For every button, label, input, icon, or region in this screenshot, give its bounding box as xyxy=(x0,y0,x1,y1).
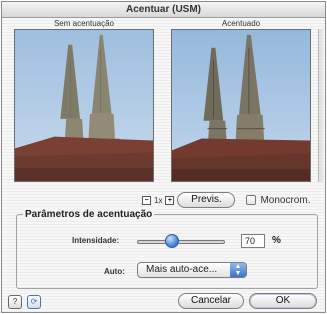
intensity-slider-track[interactable] xyxy=(137,240,225,244)
intensity-value-field[interactable] xyxy=(241,234,265,248)
zoom-level: 1x xyxy=(154,195,163,205)
zoom-out-icon[interactable]: − xyxy=(142,195,151,205)
monochrome-label: Monocrom. xyxy=(260,194,311,206)
auto-label: Auto: xyxy=(104,267,125,276)
intensity-unit: % xyxy=(272,235,281,246)
monochrome-option[interactable]: Monocrom. xyxy=(246,195,310,206)
dialog-window: Acentuar (USM) Sem acentuação Acentuado xyxy=(1,1,326,313)
auto-sharpen-selected-value: Mais auto-ace... xyxy=(146,264,218,275)
cathedral-original-picture xyxy=(15,30,153,181)
help-icon[interactable]: ? xyxy=(8,295,22,309)
zoom-in-icon[interactable]: + xyxy=(165,195,175,205)
sharpened-preview-label: Acentuado xyxy=(221,19,261,28)
window-title: Acentuar (USM) xyxy=(2,2,325,18)
preview-button[interactable]: Previs. xyxy=(177,192,236,208)
preview-scrollbar[interactable] xyxy=(318,29,323,182)
cancel-button[interactable]: Cancelar xyxy=(178,293,244,309)
auto-sharpen-select[interactable]: Mais auto-ace... ▲ ▼ xyxy=(137,262,247,278)
original-preview-image[interactable] xyxy=(14,29,154,182)
cathedral-sharpened-picture xyxy=(172,30,310,181)
intensity-label: Intensidade: xyxy=(72,236,120,245)
monochrome-checkbox[interactable] xyxy=(246,195,257,205)
ok-button[interactable]: OK xyxy=(249,293,317,309)
reset-icon[interactable]: ⟳ xyxy=(27,295,41,309)
sharpened-preview-image[interactable] xyxy=(171,29,311,182)
preview-controls: − 1x + Previs. Monocrom. xyxy=(142,192,310,208)
select-arrows-icon: ▲ ▼ xyxy=(230,263,246,277)
original-preview-label: Sem acentuação xyxy=(53,19,115,28)
sharpen-parameters-title: Parâmetros de acentuação xyxy=(23,209,155,220)
